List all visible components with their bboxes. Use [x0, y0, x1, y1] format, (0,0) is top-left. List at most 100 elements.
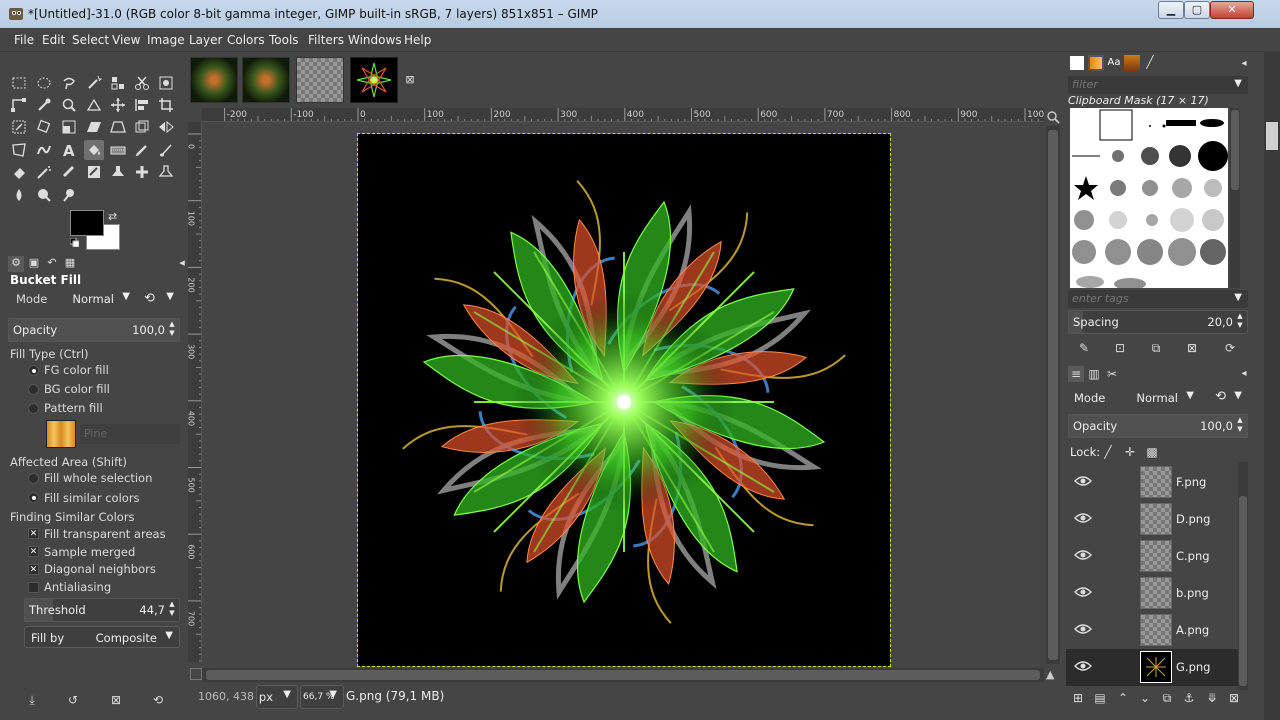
pattern-swatch[interactable] [46, 420, 76, 448]
fill-by-dropdown[interactable]: Fill by Composite ▼ [24, 626, 180, 648]
bg-fill-radio[interactable] [28, 384, 39, 395]
close-tab-icon[interactable]: ⊠ [402, 72, 418, 88]
layer-mode-dropdown[interactable]: Mode Normal ▼ ⟲ ▼ [1068, 386, 1248, 410]
foreground-color-swatch[interactable] [70, 210, 104, 236]
menu-view[interactable]: View [112, 33, 140, 47]
paths-tab-icon[interactable]: ✂ [1104, 366, 1120, 382]
unit-dropdown[interactable]: px ▼ [256, 685, 298, 709]
paths-icon[interactable] [9, 95, 29, 115]
lower-layer-icon[interactable]: ⌄ [1137, 690, 1153, 706]
quick-mask-toggle[interactable] [190, 668, 202, 680]
lock-pixels-icon[interactable]: ╱ [1100, 444, 1116, 460]
diagonal-neighbors-checkbox[interactable]: ✕ [28, 564, 39, 575]
eye-icon[interactable] [1074, 586, 1092, 598]
sample-merged-checkbox[interactable]: ✕ [28, 546, 39, 557]
menu-edit[interactable]: Edit [42, 33, 65, 47]
bucket-fill-icon[interactable] [84, 140, 104, 160]
channels-tab-icon[interactable]: ▥ [1086, 366, 1102, 382]
color-select-icon[interactable] [108, 73, 128, 93]
device-status-tab-icon[interactable]: ▣ [26, 256, 42, 272]
shear-icon[interactable] [84, 117, 104, 137]
move-icon[interactable] [108, 95, 128, 115]
pattern-name-field[interactable]: Pine [80, 424, 180, 444]
zoom-to-fit-icon[interactable]: ▲ [1046, 668, 1060, 682]
delete-options-icon[interactable]: ⊠ [108, 692, 124, 708]
dodge-burn-icon[interactable] [59, 185, 79, 205]
crop-icon[interactable] [156, 95, 176, 115]
layer-row-active[interactable]: G.png [1066, 649, 1238, 686]
restore-options-icon[interactable]: ↺ [65, 692, 81, 708]
flip-icon[interactable] [156, 117, 176, 137]
foreground-select-icon[interactable] [156, 73, 176, 93]
layer-row[interactable]: F.png [1066, 464, 1238, 501]
blur-icon[interactable] [9, 185, 29, 205]
anchor-layer-icon[interactable]: ⚓ [1181, 690, 1197, 706]
patterns-tab-icon[interactable] [1088, 55, 1104, 71]
fg-bg-tab-icon[interactable] [1070, 56, 1084, 70]
fuzzy-select-icon[interactable] [84, 73, 104, 93]
eraser-icon[interactable] [9, 162, 29, 182]
duplicate-brush-icon[interactable]: ⧉ [1148, 340, 1164, 356]
pencil-icon[interactable] [132, 140, 152, 160]
vertical-scrollbar[interactable] [1046, 126, 1060, 664]
layer-row[interactable]: C.png [1066, 538, 1238, 575]
zoom-dropdown[interactable]: 66,7 % ▼ [300, 685, 344, 709]
scale-icon[interactable] [59, 117, 79, 137]
layers-scrollbar[interactable] [1238, 462, 1248, 690]
undo-history-tab-icon[interactable]: ↶ [44, 256, 60, 272]
mode-dropdown[interactable]: Normal ▼ [68, 288, 136, 310]
ink-icon[interactable] [59, 162, 79, 182]
ellipse-select-icon[interactable] [34, 73, 54, 93]
raise-layer-icon[interactable]: ⌃ [1115, 690, 1131, 706]
spin-arrows-icon[interactable]: ▲ ▼ [1235, 416, 1245, 434]
merge-layer-icon[interactable]: ⤋ [1204, 690, 1220, 706]
cage-transform-icon[interactable] [9, 140, 29, 160]
layer-row[interactable]: A.png [1066, 612, 1238, 649]
reset-icon[interactable]: ⟲ [1215, 389, 1226, 404]
gradient-icon[interactable] [108, 140, 128, 160]
delete-layer-icon[interactable]: ⊠ [1226, 690, 1242, 706]
scissors-icon[interactable] [132, 73, 152, 93]
layer-row[interactable]: b.png [1066, 575, 1238, 612]
spin-arrows-icon[interactable]: ▲ ▼ [167, 600, 177, 618]
color-picker-icon[interactable] [34, 95, 54, 115]
spin-arrows-icon[interactable]: ▲ ▼ [1235, 312, 1245, 330]
image-tab-thumbnail[interactable] [190, 57, 238, 103]
maximize-button[interactable]: ▢ [1184, 1, 1210, 19]
menu-tools[interactable]: Tools [269, 33, 299, 47]
brush-filter-field[interactable]: filter ▼ [1068, 76, 1248, 94]
pattern-fill-radio[interactable] [28, 403, 39, 414]
heal-icon[interactable] [132, 162, 152, 182]
zoom-icon[interactable] [59, 95, 79, 115]
configure-tab-icon[interactable]: ◂ [1236, 366, 1252, 382]
layer-opacity-slider[interactable]: Opacity 100,0 ▲ ▼ [1068, 414, 1248, 438]
fill-similar-colors-radio[interactable] [28, 492, 39, 503]
image-tab-thumbnail-active[interactable] [350, 57, 398, 103]
swap-colors-icon[interactable]: ⇄ [108, 210, 117, 223]
rect-select-icon[interactable] [9, 73, 29, 93]
refresh-brushes-icon[interactable]: ⟳ [1222, 340, 1238, 356]
new-layer-icon[interactable]: ⊞ [1070, 690, 1086, 706]
layer-row[interactable]: D.png [1066, 501, 1238, 538]
menu-help[interactable]: Help [404, 33, 431, 47]
brush-scrollbar[interactable] [1230, 108, 1240, 288]
menu-windows[interactable]: Windows [348, 33, 402, 47]
delete-brush-icon[interactable]: ⊠ [1184, 340, 1200, 356]
canvas[interactable] [202, 122, 1044, 667]
eye-icon[interactable] [1074, 512, 1092, 524]
lasso-icon[interactable] [59, 73, 79, 93]
warp-transform-icon[interactable] [34, 140, 54, 160]
fg-fill-radio[interactable] [28, 365, 39, 376]
minimize-button[interactable]: ▁ [1158, 1, 1184, 19]
navigate-icon[interactable] [1046, 110, 1060, 124]
image-tab-thumbnail[interactable] [296, 57, 344, 103]
3d-transform-icon[interactable] [132, 117, 152, 137]
smudge-icon[interactable] [34, 185, 54, 205]
align-icon[interactable] [132, 95, 152, 115]
lock-position-icon[interactable]: ✛ [1122, 444, 1138, 460]
lock-alpha-icon[interactable]: ▩ [1144, 444, 1160, 460]
spin-arrows-icon[interactable]: ▲ ▼ [167, 320, 177, 338]
spacing-slider[interactable]: Spacing 20,0 ▲ ▼ [1068, 310, 1248, 334]
eye-icon[interactable] [1074, 623, 1092, 635]
reset-mode-button[interactable]: ⟲ ▼ [140, 288, 180, 310]
